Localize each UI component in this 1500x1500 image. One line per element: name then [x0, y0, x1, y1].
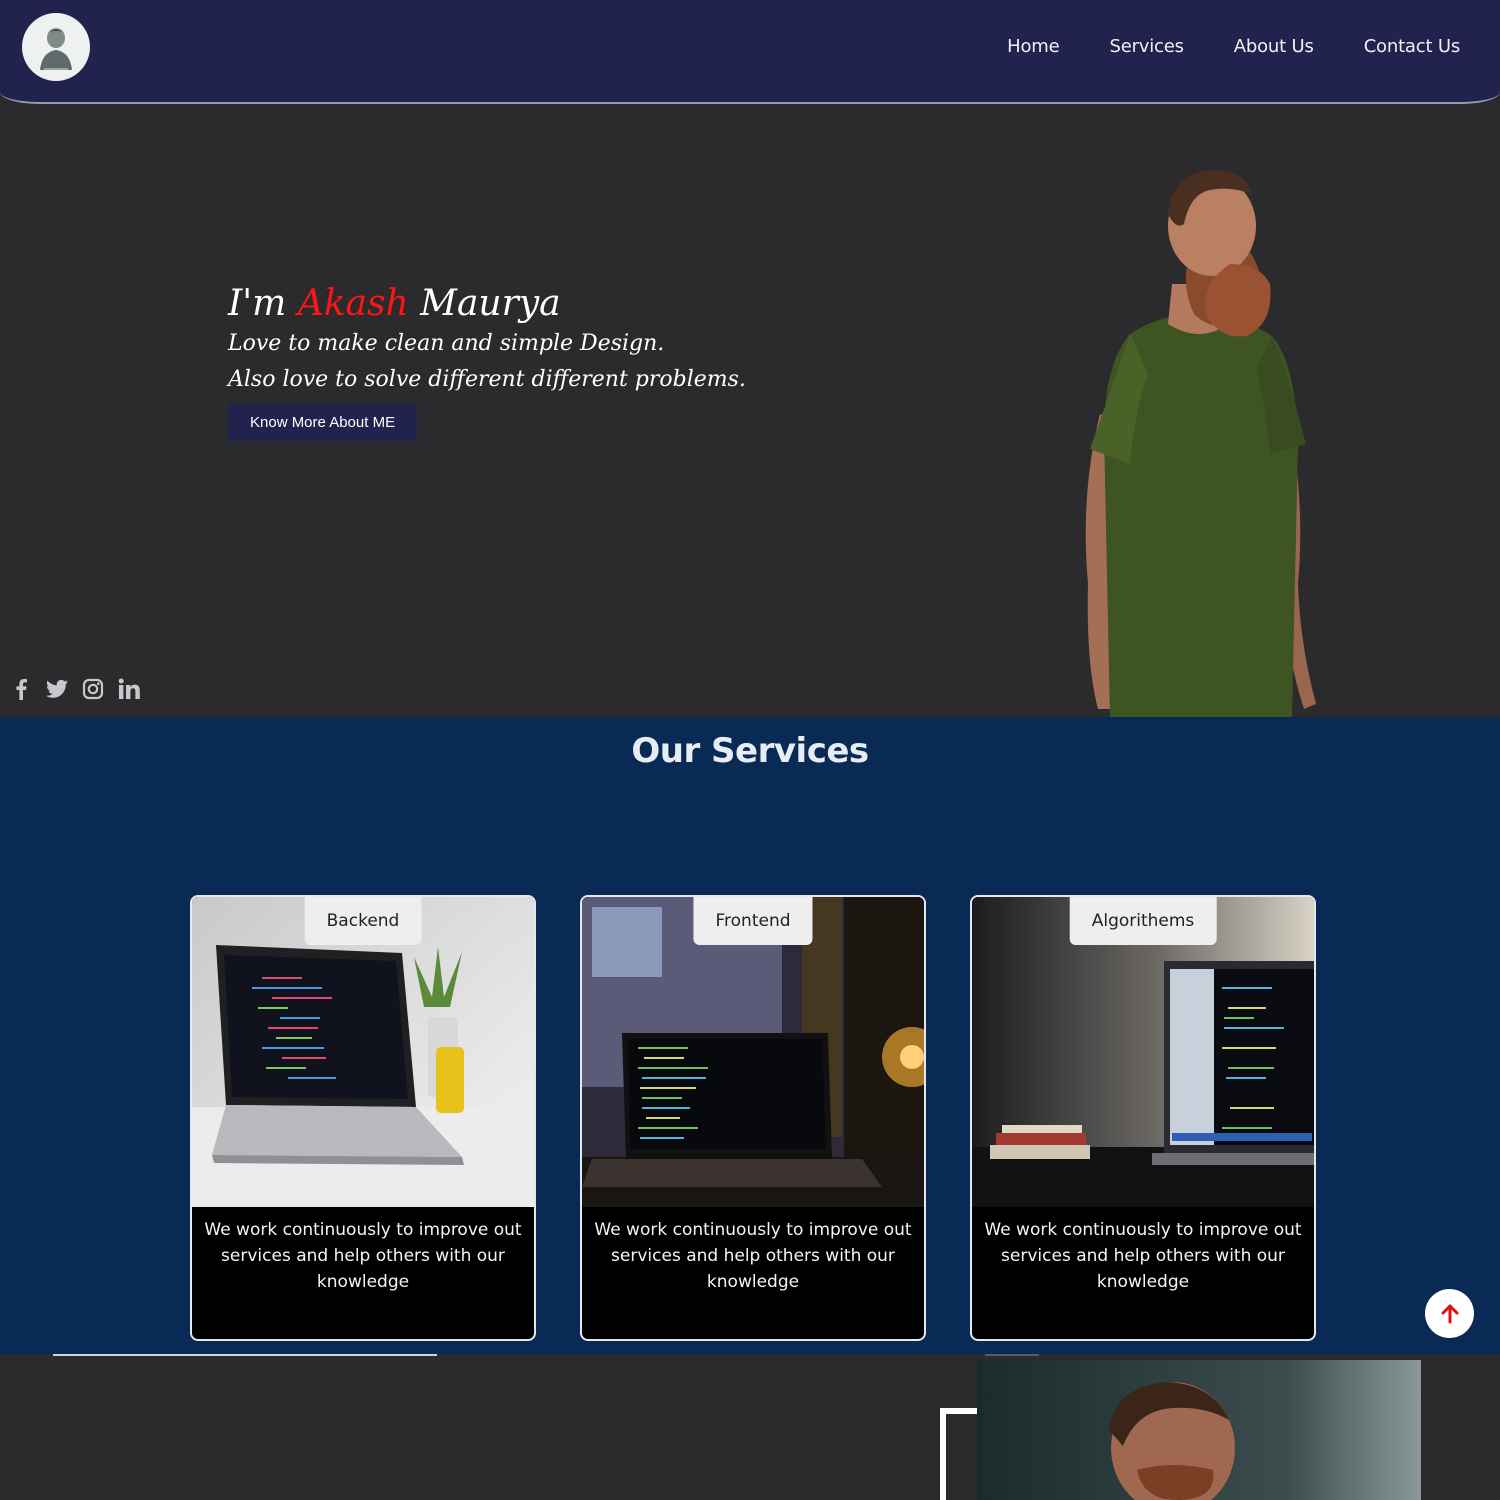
- hero-line-1: Love to make clean and simple Design.: [228, 331, 665, 356]
- divider: [53, 1354, 437, 1356]
- hero-title-suffix: Maurya: [420, 283, 561, 324]
- hero-section: I'm Akash Maurya Love to make clean and …: [0, 104, 1500, 717]
- hero-line-2: Also love to solve different different p…: [228, 367, 746, 392]
- service-card-algorithems[interactable]: Algorithems We work continuously to impr…: [970, 895, 1316, 1341]
- twitter-icon[interactable]: [46, 678, 68, 700]
- social-links: [10, 678, 140, 700]
- card-text-backend: We work continuously to improve out serv…: [204, 1220, 522, 1292]
- services-title: Our Services: [631, 731, 869, 771]
- navbar: Home Services About Us Contact Us: [0, 0, 1500, 104]
- linkedin-icon[interactable]: [118, 678, 140, 700]
- card-text-algorithems: We work continuously to improve out serv…: [984, 1220, 1302, 1292]
- person-portrait-icon: [40, 28, 72, 70]
- about-section: [0, 1354, 1500, 1500]
- instagram-icon[interactable]: [82, 678, 104, 700]
- nav-services[interactable]: Services: [1109, 36, 1184, 57]
- card-tag-backend: Backend: [304, 897, 422, 945]
- hero-portrait-image: [1085, 170, 1316, 717]
- nav-links: Home Services About Us Contact Us: [957, 36, 1460, 57]
- logo[interactable]: [22, 13, 90, 81]
- service-card-frontend[interactable]: Frontend We work continuously to improve…: [580, 895, 926, 1341]
- hero-title: I'm Akash Maurya: [228, 282, 746, 326]
- facebook-icon[interactable]: [10, 678, 32, 700]
- hero-title-prefix: I'm: [228, 283, 287, 324]
- about-portrait-image: [977, 1360, 1421, 1500]
- scroll-top-button[interactable]: [1425, 1289, 1474, 1338]
- card-tag-frontend: Frontend: [693, 897, 813, 945]
- nav-home[interactable]: Home: [1007, 36, 1060, 57]
- know-more-button[interactable]: Know More About ME: [228, 404, 418, 441]
- service-card-backend[interactable]: Backend We work continuously to improve …: [190, 895, 536, 1341]
- arrow-up-icon: [1441, 1304, 1458, 1323]
- card-text-frontend: We work continuously to improve out serv…: [594, 1220, 912, 1292]
- hero-text: I'm Akash Maurya Love to make clean and …: [228, 282, 746, 441]
- nav-contact[interactable]: Contact Us: [1364, 36, 1461, 57]
- divider: [985, 1354, 1039, 1356]
- nav-about[interactable]: About Us: [1234, 36, 1314, 57]
- hero-title-highlight: Akash: [297, 283, 409, 324]
- services-section: Our Services Backend We work continuousl…: [0, 717, 1500, 1354]
- card-tag-algorithems: Algorithems: [1069, 897, 1217, 945]
